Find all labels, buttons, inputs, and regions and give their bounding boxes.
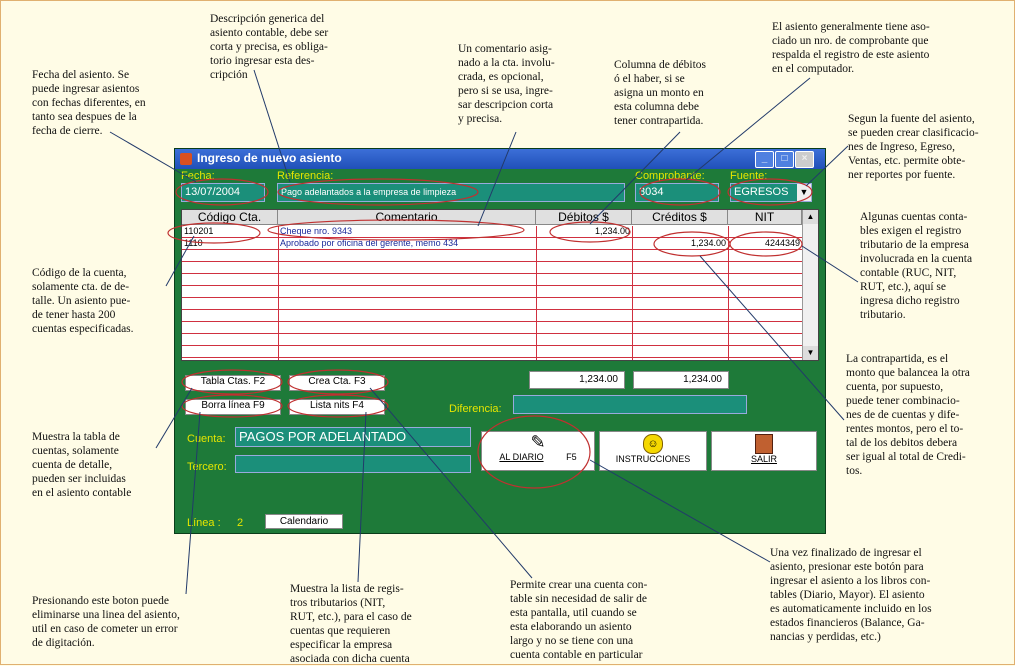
annotation-crea: Permite crear una cuenta con- table sin … <box>510 579 648 661</box>
referencia-field[interactable]: Pago adelantados a la empresa de limpiez… <box>277 183 625 202</box>
annotation-comentario: Un comentario asig- nado a la cta. invol… <box>458 43 555 125</box>
instrucciones-button[interactable]: ☺ INSTRUCCIONES <box>599 431 707 471</box>
annotation-comprobante: El asiento generalmente tiene aso- ciado… <box>772 21 930 75</box>
total-creditos: 1,234.00 <box>633 371 729 389</box>
grid-row-line <box>182 285 802 286</box>
table-row[interactable]: 1110 Aprobado por oficina del gerente, m… <box>182 238 802 249</box>
header-creditos[interactable]: Créditos $ <box>632 210 728 225</box>
scroll-down-icon[interactable]: ▼ <box>803 346 818 360</box>
al-diario-key: F5 <box>566 452 577 462</box>
grid-column-line <box>536 226 537 360</box>
annotation-codigo: Código de la cuenta, solamente cta. de d… <box>32 267 134 335</box>
grid-column-line <box>728 226 729 360</box>
grid-row-line <box>182 333 802 334</box>
annotation-fuente: Segun la fuente del asiento, se pueden c… <box>848 113 979 181</box>
fecha-label: Fecha: <box>181 170 215 182</box>
fuente-select[interactable]: EGRESOS ▼ <box>730 183 812 202</box>
grid-column-line <box>278 226 279 360</box>
linea-value: 2 <box>237 517 244 529</box>
app-icon <box>180 153 192 165</box>
minimize-button[interactable]: _ <box>755 151 774 168</box>
close-button[interactable]: × <box>795 151 814 168</box>
cell-debitos[interactable] <box>536 238 632 249</box>
annotation-diario: Una vez finalizado de ingresar el asient… <box>770 547 932 643</box>
asiento-grid[interactable]: Código Cta. Comentario Débitos $ Crédito… <box>181 209 819 361</box>
asiento-window: Ingreso de nuevo asiento _ □ × Fecha: 13… <box>174 148 826 534</box>
fecha-field[interactable]: 13/07/2004 <box>181 183 265 202</box>
salir-button[interactable]: SALIR <box>711 431 817 471</box>
instrucciones-label: INSTRUCCIONES <box>615 454 691 464</box>
total-debitos: 1,234.00 <box>529 371 625 389</box>
cuenta-label: Cuenta: <box>187 433 226 445</box>
grid-row-line <box>182 345 802 346</box>
grid-row-line <box>182 237 802 238</box>
annotation-contrapartida: La contrapartida, es el monto que balanc… <box>846 353 970 477</box>
header-codigo[interactable]: Código Cta. <box>182 210 278 225</box>
annotation-lista: Muestra la lista de regis- tros tributar… <box>290 583 412 665</box>
cell-comentario[interactable]: Aprobado por oficina del gerente, memo 4… <box>278 238 536 249</box>
table-row[interactable]: 110201 Cheque nro. 9343 1,234.00 <box>182 226 802 237</box>
annotation-borra: Presionando este boton puede eliminarse … <box>32 595 180 649</box>
referencia-label: Referencia: <box>277 170 334 182</box>
door-icon <box>755 434 773 454</box>
scroll-up-icon[interactable]: ▲ <box>803 210 818 224</box>
cell-creditos[interactable] <box>632 226 728 237</box>
smiley-icon: ☺ <box>643 434 663 454</box>
grid-column-line <box>632 226 633 360</box>
annotation-debitos: Columna de débitos ó el haber, si se asi… <box>614 59 706 127</box>
comprobante-field[interactable]: 3034 <box>635 183 719 202</box>
grid-row-line <box>182 357 802 358</box>
diferencia-field <box>513 395 747 414</box>
grid-row-line <box>182 309 802 310</box>
grid-row-line <box>182 321 802 322</box>
grid-row-line <box>182 273 802 274</box>
comprobante-label: Comprobante: <box>635 170 705 182</box>
calendario-button[interactable]: Calendario <box>265 514 343 529</box>
fuente-label: Fuente: <box>730 170 768 182</box>
cell-nit[interactable]: 4244349 <box>728 238 802 249</box>
annotation-tabla: Muestra la tabla de cuentas, solamente c… <box>32 431 132 499</box>
annotation-descripcion: Descripción generica del asiento contabl… <box>210 13 329 81</box>
header-comentario[interactable]: Comentario <box>278 210 536 225</box>
al-diario-label: AL DIARIO <box>499 452 544 462</box>
annotation-nit: Algunas cuentas conta- bles exigen el re… <box>860 211 973 321</box>
chevron-down-icon[interactable]: ▼ <box>797 184 811 201</box>
cell-nit[interactable] <box>728 226 802 237</box>
al-diario-button[interactable]: ✎ AL DIARIO F5 <box>481 431 595 471</box>
tercero-field[interactable] <box>235 455 471 473</box>
lista-nits-button[interactable]: Lista nits F4 <box>289 399 385 415</box>
cuenta-field[interactable]: PAGOS POR ADELANTADO <box>235 427 471 447</box>
cell-codigo[interactable]: 1110 <box>182 238 278 249</box>
header-debitos[interactable]: Débitos $ <box>536 210 632 225</box>
grid-scrollbar[interactable]: ▲ ▼ <box>802 210 818 360</box>
grid-row-line <box>182 249 802 250</box>
header-nit[interactable]: NIT <box>728 210 802 225</box>
linea-label: Línea : <box>187 517 221 529</box>
cell-codigo[interactable]: 110201 <box>182 226 278 237</box>
window-title: Ingreso de nuevo asiento <box>197 151 342 165</box>
grid-row-line <box>182 297 802 298</box>
title-bar[interactable]: Ingreso de nuevo asiento _ □ × <box>175 149 825 169</box>
annotation-fecha: Fecha del asiento. Se puede ingresar asi… <box>32 69 146 137</box>
crea-cta-button[interactable]: Crea Cta. F3 <box>289 375 385 391</box>
fuente-value: EGRESOS <box>734 186 789 198</box>
maximize-button[interactable]: □ <box>775 151 794 168</box>
tabla-ctas-button[interactable]: Tabla Ctas. F2 <box>185 375 281 391</box>
cell-creditos[interactable]: 1,234.00 <box>632 238 728 249</box>
grid-row-line <box>182 261 802 262</box>
cell-debitos[interactable]: 1,234.00 <box>536 226 632 237</box>
diferencia-label: Diferencia: <box>449 403 502 415</box>
diary-icon: ✎ <box>530 432 546 452</box>
borra-linea-button[interactable]: Borra línea F9 <box>185 399 281 415</box>
salir-label: SALIR <box>750 454 777 464</box>
tercero-label: Tercero: <box>187 461 227 473</box>
cell-comentario[interactable]: Cheque nro. 9343 <box>278 226 536 237</box>
